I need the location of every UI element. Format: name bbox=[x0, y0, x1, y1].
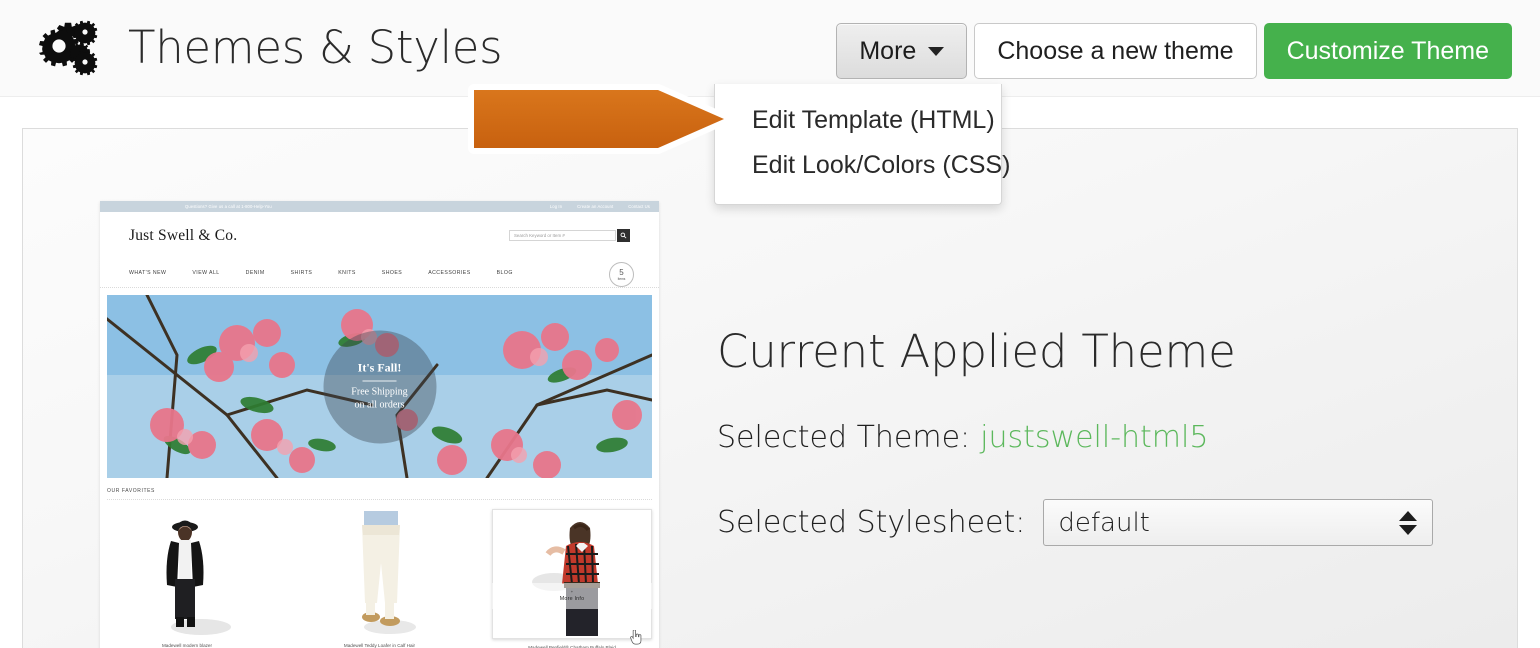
stylesheet-select-value[interactable]: default bbox=[1043, 499, 1434, 546]
preview-store-logo: Just Swell & Co. bbox=[129, 226, 238, 244]
preview-link-create-account: Create an Account bbox=[577, 204, 614, 209]
header-actions: More Choose a new theme Customize Theme bbox=[836, 23, 1512, 79]
preview-cart-count: 5 bbox=[619, 267, 624, 277]
more-button-label: More bbox=[859, 36, 917, 65]
preview-account-links: Log In Create an Account Contact Us bbox=[550, 204, 650, 209]
preview-hero-divider bbox=[362, 380, 397, 382]
selected-stylesheet-row: Selected Stylesheet: default bbox=[717, 499, 1477, 546]
preview-nav-knits: KNITS bbox=[338, 270, 356, 276]
more-dropdown-menu: Edit Template (HTML) Edit Look/Colors (C… bbox=[714, 84, 1010, 205]
selected-stylesheet-label: Selected Stylesheet: bbox=[717, 505, 1026, 540]
preview-nav-blog: BLOG bbox=[496, 270, 513, 276]
preview-product-image bbox=[107, 509, 267, 637]
plus-icon: + bbox=[570, 588, 574, 594]
preview-more-info-label: More Info bbox=[559, 595, 585, 602]
preview-cart-badge: 5 Items bbox=[609, 262, 634, 287]
preview-product-caption: Madewell modern blazer bbox=[161, 643, 213, 648]
preview-announcement-bar: Questions? Give us a call at 1-800-Help-… bbox=[100, 201, 659, 212]
preview-nav-view-all: VIEW ALL bbox=[192, 270, 220, 276]
preview-cart-label: Items bbox=[617, 276, 626, 281]
preview-product-card: Madewell modern blazer bbox=[107, 509, 267, 648]
preview-announcement-text: Questions? Give us a call at 1-800-Help-… bbox=[185, 204, 272, 209]
preview-nav-denim: DENIM bbox=[245, 270, 265, 276]
preview-product-card-highlighted[interactable]: + More Info Madewell Penfield® Chatham B… bbox=[492, 509, 652, 648]
menu-item-edit-look-colors[interactable]: Edit Look/Colors (CSS) bbox=[715, 143, 1010, 188]
preview-hero-subline-2: on all orders bbox=[354, 399, 405, 411]
choose-new-theme-button[interactable]: Choose a new theme bbox=[974, 23, 1257, 79]
search-icon bbox=[617, 229, 630, 242]
preview-link-contact-us: Contact Us bbox=[628, 204, 650, 209]
theme-preview[interactable]: Questions? Give us a call at 1-800-Help-… bbox=[100, 201, 659, 648]
selected-theme-row: Selected Theme: justswell-html5 bbox=[717, 420, 1477, 455]
chevron-down-icon bbox=[928, 46, 945, 56]
preview-more-info-overlay[interactable]: + More Info bbox=[492, 582, 652, 609]
chevron-up-icon bbox=[1399, 510, 1418, 521]
gears-icon bbox=[38, 16, 100, 78]
pointer-cursor-icon bbox=[630, 629, 642, 645]
preview-product-caption: Madewell Teddy Loafer in Calf Hair bbox=[343, 643, 416, 648]
preview-link-login: Log In bbox=[549, 204, 563, 209]
page-header: Themes & Styles More Choose a new theme … bbox=[0, 0, 1540, 97]
selected-theme-label: Selected Theme: bbox=[717, 420, 971, 455]
preview-nav-whats-new: WHAT'S NEW bbox=[129, 270, 167, 276]
chevron-down-icon bbox=[1399, 524, 1418, 535]
selected-theme-value: justswell-html5 bbox=[980, 420, 1209, 455]
preview-hero-image: It's Fall! Free Shipping on all orders bbox=[107, 295, 652, 478]
preview-search: Search Keyword or Item # bbox=[509, 229, 630, 242]
customize-theme-button[interactable]: Customize Theme bbox=[1263, 23, 1512, 79]
current-applied-theme-heading: Current Applied Theme bbox=[717, 325, 1236, 378]
preview-nav-shoes: SHOES bbox=[381, 270, 403, 276]
page-title: Themes & Styles bbox=[128, 20, 503, 74]
preview-product-image bbox=[492, 509, 652, 639]
preview-hero-subline-1: Free Shipping bbox=[351, 386, 408, 398]
preview-store-header: Just Swell & Co. Search Keyword or Item … bbox=[100, 212, 659, 259]
current-theme-info: Current Applied Theme Selected Theme: ju… bbox=[717, 329, 1477, 590]
preview-search-input: Search Keyword or Item # bbox=[509, 230, 616, 241]
preview-nav-accessories: ACCESSORIES bbox=[428, 270, 471, 276]
preview-product-grid: Madewell modern blazer Madewell Teddy Lo… bbox=[107, 509, 652, 648]
content-panel: Questions? Give us a call at 1-800-Help-… bbox=[22, 128, 1518, 648]
stylesheet-select[interactable]: default bbox=[1043, 499, 1434, 546]
preview-nav-shirts: SHIRTS bbox=[290, 270, 313, 276]
menu-item-edit-template[interactable]: Edit Template (HTML) bbox=[715, 98, 1001, 143]
preview-hero-overlay: It's Fall! Free Shipping on all orders bbox=[323, 330, 436, 443]
header-title-group: Themes & Styles bbox=[38, 16, 503, 78]
themes-and-styles-page: Themes & Styles More Choose a new theme … bbox=[0, 0, 1540, 648]
preview-product-image bbox=[299, 509, 460, 637]
preview-hero-headline: It's Fall! bbox=[357, 360, 402, 375]
preview-product-card: Madewell Teddy Loafer in Calf Hair bbox=[299, 509, 460, 648]
preview-store-nav: WHAT'S NEW VIEW ALL DENIM SHIRTS KNITS S… bbox=[100, 259, 659, 288]
preview-favorites-label: OUR FAVORITES bbox=[107, 488, 652, 500]
more-button[interactable]: More bbox=[836, 23, 968, 79]
stepper-arrows-icon bbox=[1399, 510, 1418, 535]
